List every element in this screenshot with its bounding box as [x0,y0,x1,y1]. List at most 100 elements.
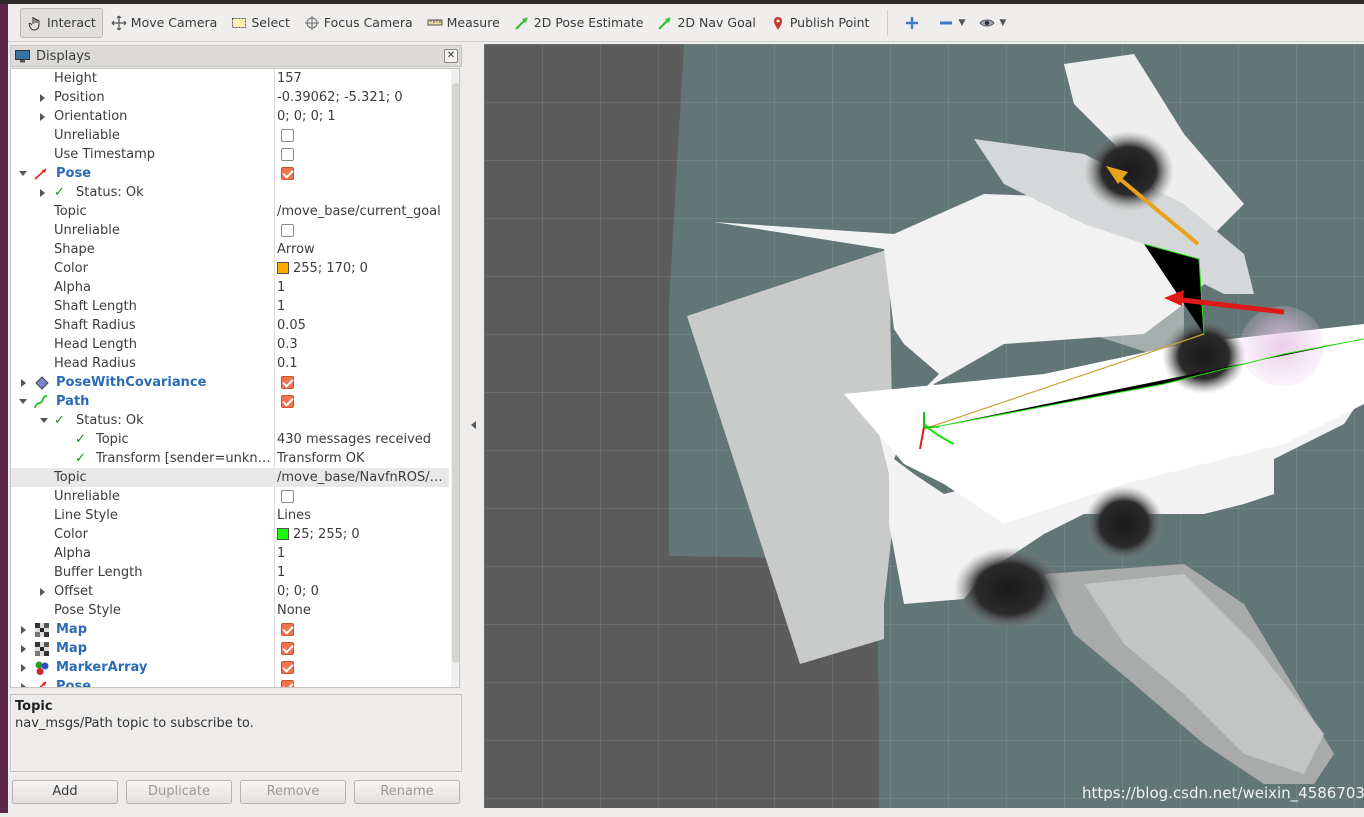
tree-row[interactable]: Unreliable [11,126,449,145]
expand-arrow-icon[interactable] [21,683,26,687]
property-value[interactable]: /move_base/current_goal [277,202,449,221]
tree-row[interactable]: Position -0.39062; -5.321; 0 [11,88,449,107]
expand-arrow-icon[interactable] [21,626,26,634]
measure-tool-button[interactable]: Measure [421,8,506,38]
move-camera-tool-button[interactable]: Move Camera [105,8,224,38]
property-value[interactable]: 0; 0; 0; 1 [277,107,449,126]
property-value[interactable]: 25; 255; 0 [277,525,449,544]
tree-row[interactable]: ✓ Transform [sender=unknown_publisher] T… [11,449,449,468]
property-value[interactable]: 1 [277,544,449,563]
property-value[interactable]: 255; 170; 0 [277,259,449,278]
tree-row[interactable]: Height 157 [11,69,449,88]
2d-nav-goal-tool-button[interactable]: 2D Nav Goal [651,8,761,38]
panel-splitter[interactable] [466,44,482,813]
property-value[interactable]: 0; 0; 0 [277,582,449,601]
display-row-map[interactable]: Map [11,639,449,658]
tree-row[interactable]: ✓ Topic 430 messages received [11,430,449,449]
focus-camera-tool-button[interactable]: Focus Camera [298,8,419,38]
display-row-path[interactable]: Path [11,392,449,411]
display-row-pose[interactable]: Pose [11,164,449,183]
add-tool-button[interactable] [898,8,930,38]
add-button[interactable]: Add [12,780,118,804]
remove-button[interactable]: Remove [240,780,346,804]
pose-enabled-checkbox[interactable] [281,167,294,180]
tree-row[interactable]: Alpha 1 [11,544,449,563]
collapse-arrow-icon[interactable] [19,171,27,176]
property-label: Unreliable [54,223,120,238]
remove-tool-button[interactable]: ▼ [932,8,971,38]
map-enabled-checkbox[interactable] [281,642,294,655]
tree-row[interactable]: Offset 0; 0; 0 [11,582,449,601]
property-description-box: Topic nav_msgs/Path topic to subscribe t… [10,694,462,772]
property-value[interactable]: 157 [277,69,449,88]
property-value[interactable]: 1 [277,563,449,582]
interact-tool-button[interactable]: Interact [20,7,103,38]
tree-row[interactable]: Buffer Length 1 [11,563,449,582]
tree-row[interactable]: ✓ Status: Ok [11,411,449,430]
unreliable-checkbox[interactable] [281,129,294,142]
tree-row[interactable]: ✓ Status: Ok [11,183,449,202]
tree-row-selected[interactable]: Topic /move_base/NavfnROS/plan [11,468,449,487]
expand-arrow-icon[interactable] [21,645,26,653]
display-row-posewithcovariance[interactable]: PoseWithCovariance [11,373,449,392]
tree-row[interactable]: Alpha 1 [11,278,449,297]
tree-row[interactable]: Color 255; 170; 0 [11,259,449,278]
select-tool-button[interactable]: Select [225,8,296,38]
tree-row[interactable]: Shaft Radius 0.05 [11,316,449,335]
expand-arrow-icon[interactable] [40,189,45,197]
property-value[interactable]: 1 [277,297,449,316]
display-row-pose[interactable]: Pose [11,677,449,687]
property-label: Topic [54,470,87,485]
markerarray-enabled-checkbox[interactable] [281,661,294,674]
view-options-button[interactable]: ▼ [973,8,1012,38]
property-value[interactable]: /move_base/NavfnROS/plan [277,468,449,487]
posewithcovariance-enabled-checkbox[interactable] [281,376,294,389]
property-value[interactable]: 0.1 [277,354,449,373]
path-enabled-checkbox[interactable] [281,395,294,408]
2d-nav-goal-label: 2D Nav Goal [677,15,756,30]
tree-row[interactable]: Line Style Lines [11,506,449,525]
tree-row[interactable]: Shaft Length 1 [11,297,449,316]
display-row-markerarray[interactable]: MarkerArray [11,658,449,677]
property-value[interactable]: 0.3 [277,335,449,354]
tree-row[interactable]: Head Length 0.3 [11,335,449,354]
3d-viewport[interactable] [484,44,1364,808]
expand-arrow-icon[interactable] [40,588,45,596]
tree-row[interactable]: Color 25; 255; 0 [11,525,449,544]
expand-arrow-icon[interactable] [40,113,45,121]
expand-arrow-icon[interactable] [21,379,26,387]
tree-row[interactable]: Shape Arrow [11,240,449,259]
tree-row[interactable]: Orientation 0; 0; 0; 1 [11,107,449,126]
expand-arrow-icon[interactable] [21,664,26,672]
unreliable-checkbox[interactable] [281,224,294,237]
property-value[interactable]: None [277,601,449,620]
tree-row[interactable]: Head Radius 0.1 [11,354,449,373]
tree-row[interactable]: Unreliable [11,221,449,240]
green-arrow-icon [657,15,673,31]
2d-pose-estimate-tool-button[interactable]: 2D Pose Estimate [508,8,650,38]
property-value[interactable]: 0.05 [277,316,449,335]
vertical-scrollbar[interactable] [451,69,459,687]
tree-row[interactable]: Topic /move_base/current_goal [11,202,449,221]
close-icon[interactable]: ✕ [444,49,458,63]
publish-point-tool-button[interactable]: Publish Point [764,8,876,38]
display-row-map[interactable]: Map [11,620,449,639]
collapse-arrow-icon[interactable] [40,418,48,423]
unreliable-checkbox[interactable] [281,490,294,503]
tree-row[interactable]: Unreliable [11,487,449,506]
desktop-launcher-strip [0,4,8,813]
duplicate-button[interactable]: Duplicate [126,780,232,804]
expand-arrow-icon[interactable] [40,94,45,102]
property-value[interactable]: Arrow [277,240,449,259]
property-value[interactable]: 1 [277,278,449,297]
tree-row[interactable]: Use Timestamp [11,145,449,164]
map-enabled-checkbox[interactable] [281,623,294,636]
scrollbar-thumb[interactable] [452,83,459,663]
use-timestamp-checkbox[interactable] [281,148,294,161]
property-value[interactable]: Lines [277,506,449,525]
pose-enabled-checkbox[interactable] [281,680,294,687]
rename-button[interactable]: Rename [354,780,460,804]
property-value[interactable]: -0.39062; -5.321; 0 [277,88,449,107]
collapse-arrow-icon[interactable] [19,399,27,404]
tree-row[interactable]: Pose Style None [11,601,449,620]
